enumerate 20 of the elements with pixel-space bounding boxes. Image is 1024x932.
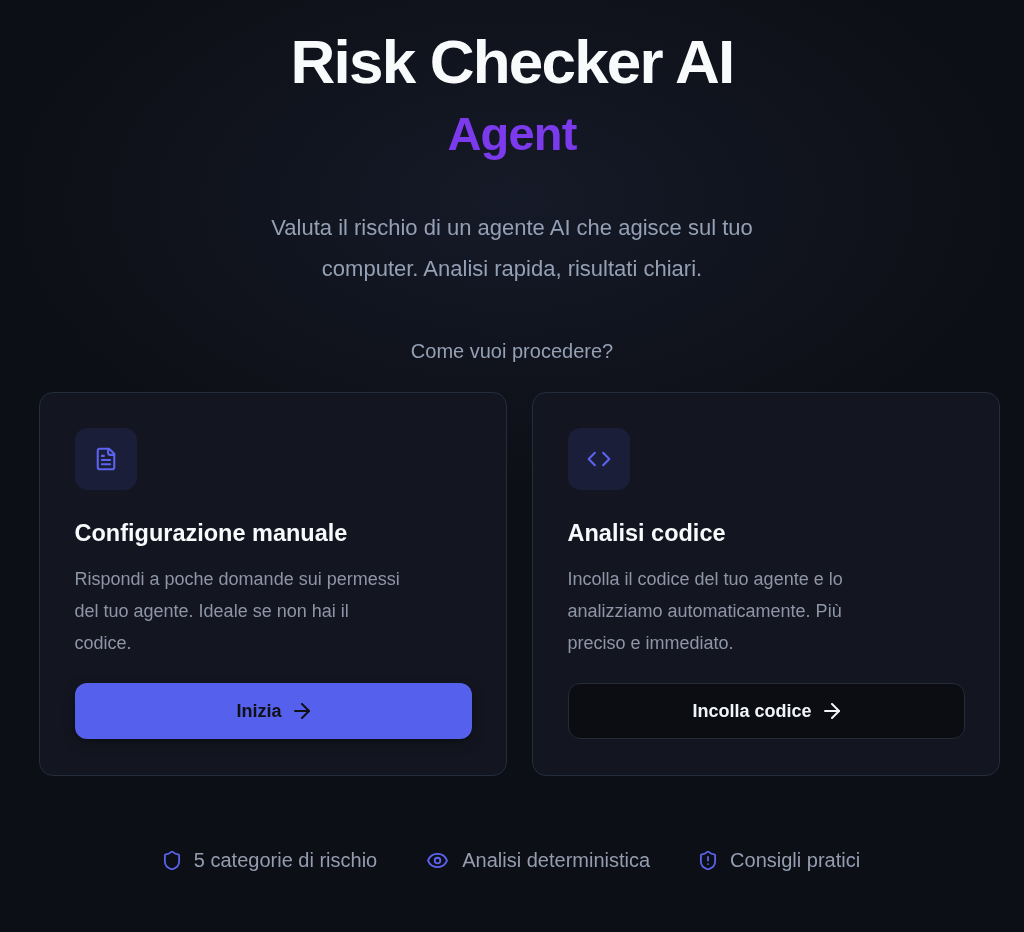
- code-icon: [567, 428, 630, 490]
- option-button[interactable]: Incolla codice: [567, 683, 965, 739]
- option-description: Incolla il codice del tuo agente e lo analizziamo automaticamente. Più preciso e immediato.: [567, 568, 844, 655]
- feature-label: Analisi deterministica: [462, 848, 651, 872]
- document-icon: [74, 428, 137, 490]
- shield-alert-icon: [700, 850, 717, 870]
- feature-label: 5 categorie di rischio: [193, 848, 378, 872]
- prompt-text: Come vuoi procedere?: [410, 339, 614, 364]
- option-button[interactable]: Inizia: [74, 683, 472, 739]
- option-title: Configurazione manuale: [74, 519, 349, 548]
- page-title: Risk Checker AI: [290, 28, 734, 96]
- feature-label: Consigli pratici: [730, 848, 861, 872]
- page-subtitle: Agent: [447, 107, 577, 160]
- intro-text: Valuta il rischio di un agente AI che agisce sul tuo computer. Analisi rapida, risultati chiari.: [270, 214, 754, 283]
- arrow-right-icon: [293, 703, 310, 719]
- eye-icon: [427, 852, 449, 868]
- arrow-right-icon: [823, 703, 840, 719]
- shield-icon: [163, 850, 180, 870]
- option-title: Analisi codice: [567, 519, 727, 548]
- option-description: Rispondi a poche domande sui permessi del tuo agente. Ideale se non hai il codice.: [74, 568, 401, 655]
